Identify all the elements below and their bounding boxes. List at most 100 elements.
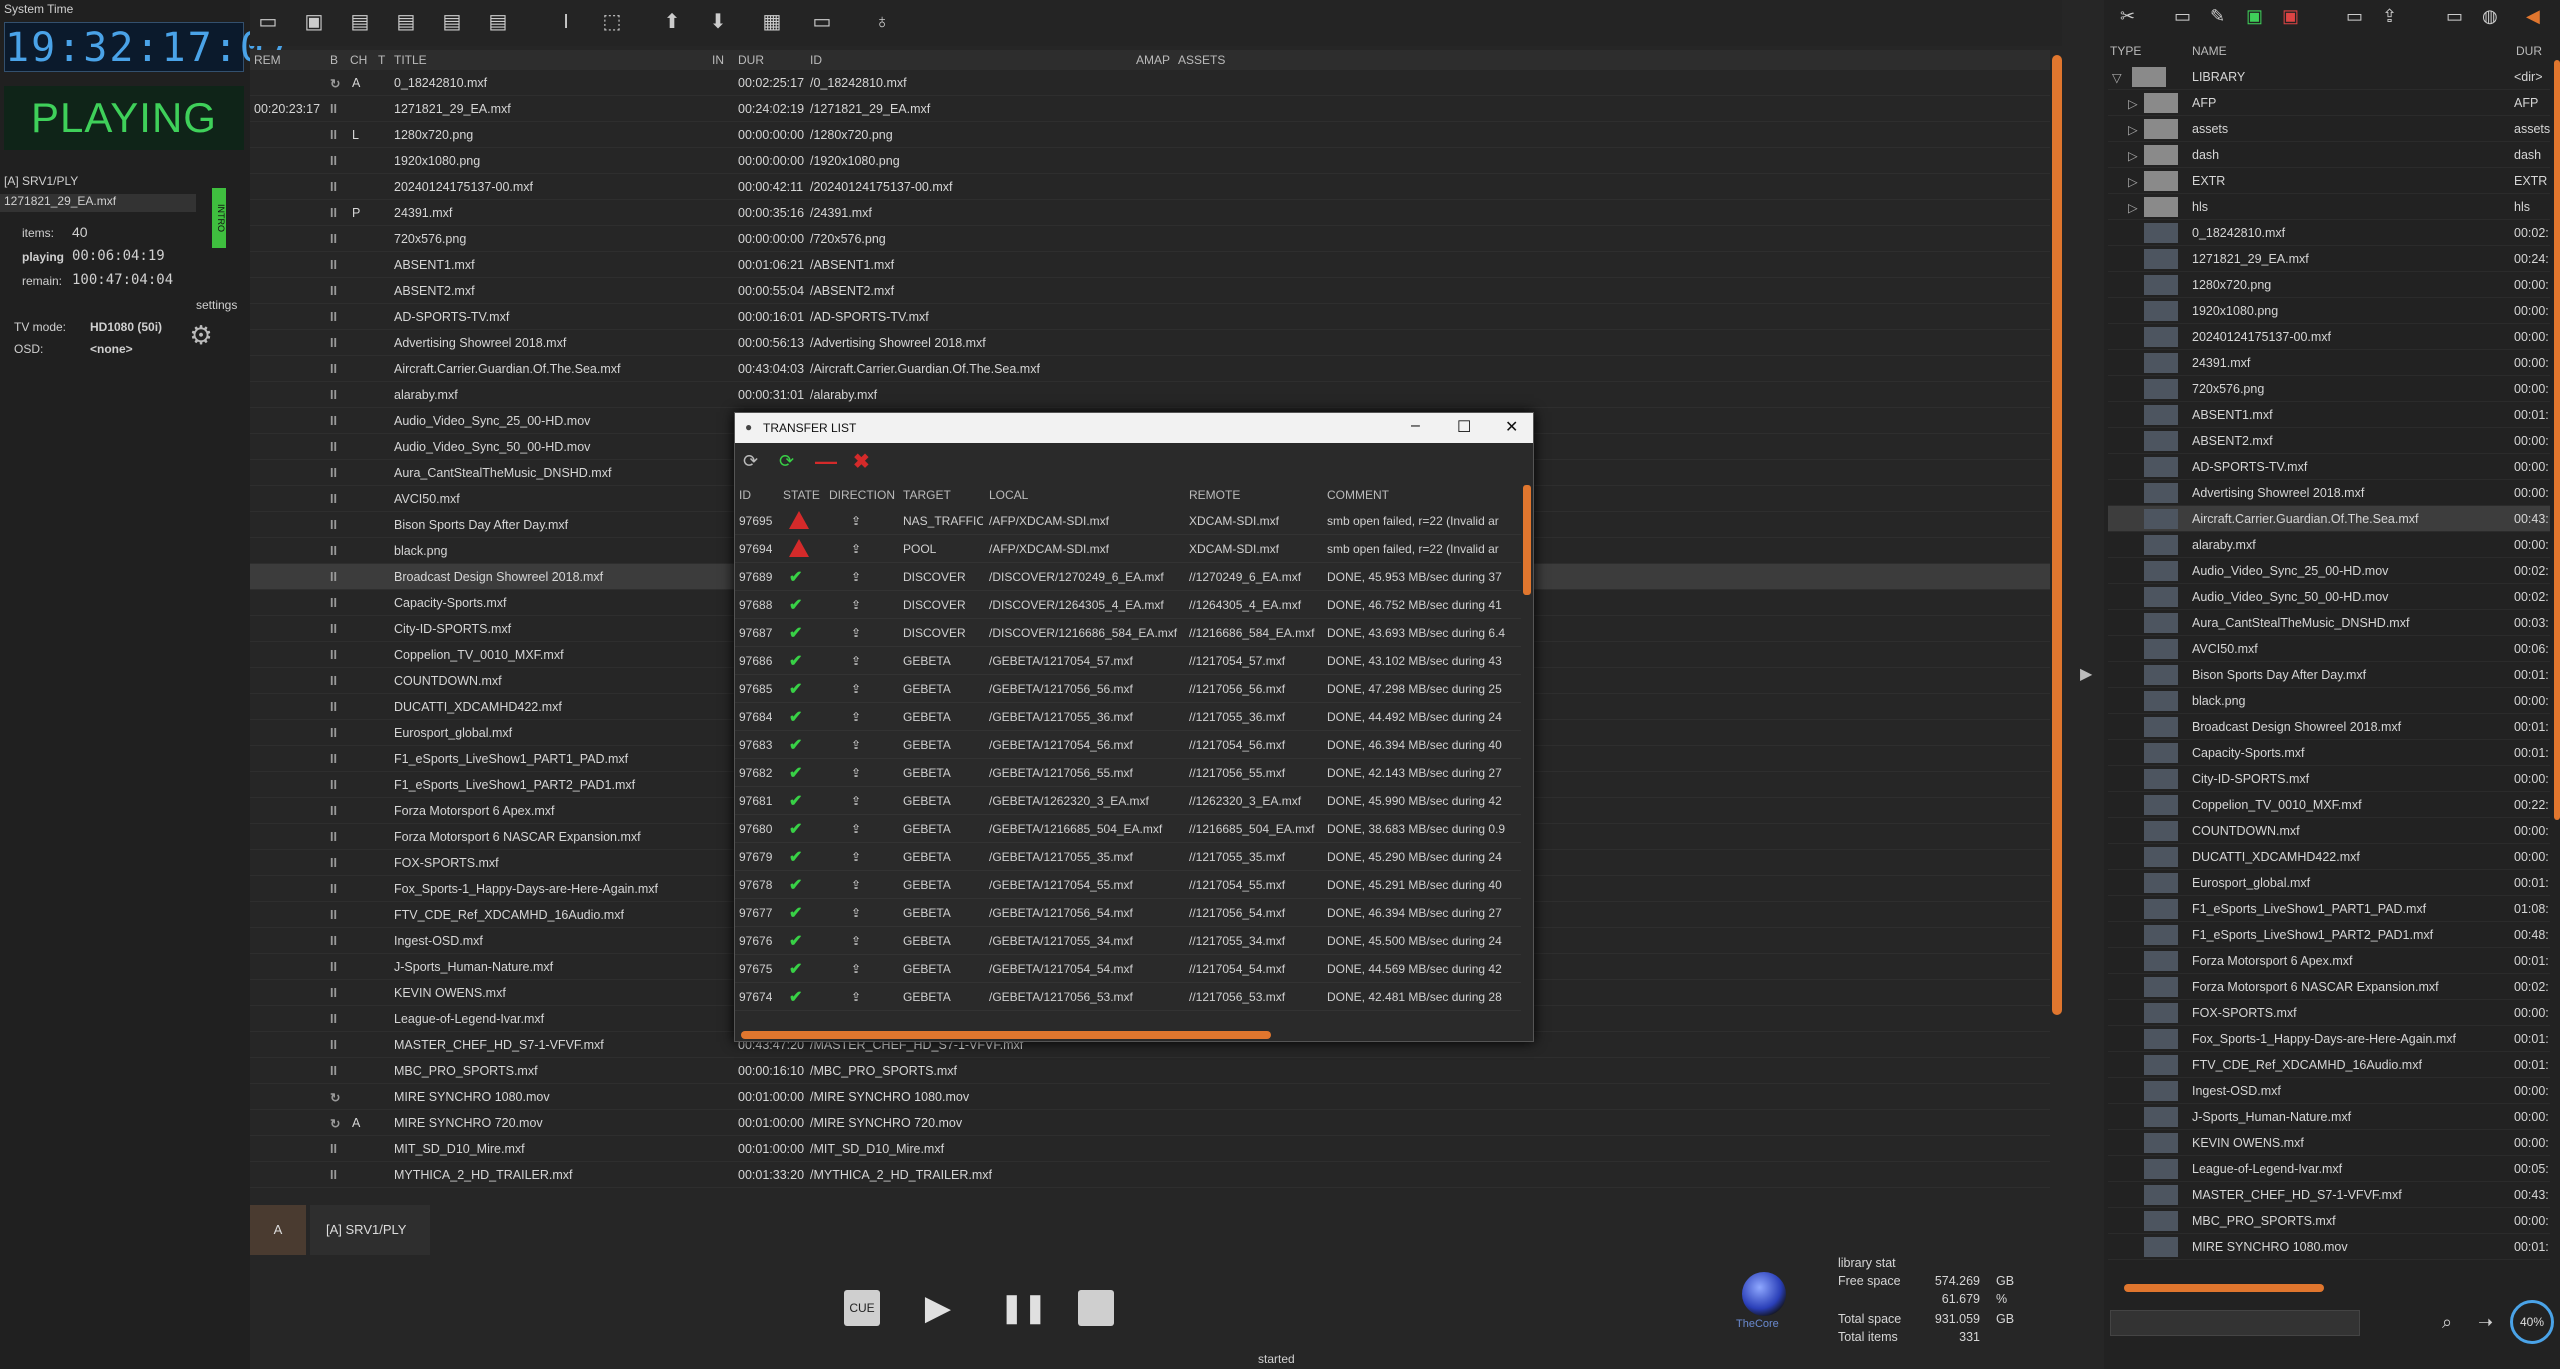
list-item[interactable]: Advertising Showreel 2018.mxf 00:00: [2108, 480, 2550, 506]
table-row[interactable]: II Aircraft.Carrier.Guardian.Of.The.Sea.m… [250, 356, 2050, 382]
crop-icon[interactable]: ⬚ [600, 10, 624, 34]
list-item[interactable]: Capacity-Sports.mxf 00:01: [2108, 740, 2550, 766]
play-button[interactable]: ▶ [920, 1290, 956, 1326]
list-item[interactable]: Eurosport_global.mxf 00:01: [2108, 870, 2550, 896]
col-id[interactable]: ID [810, 53, 822, 67]
list-item[interactable]: ABSENT2.mxf 00:00: [2108, 428, 2550, 454]
col-t[interactable]: T [378, 53, 385, 67]
list-item[interactable]: alaraby.mxf 00:00: [2108, 532, 2550, 558]
col-rem[interactable]: REM [254, 53, 281, 67]
list-item[interactable]: ▽ LIBRARY <dir> [2108, 64, 2550, 90]
transfer-row[interactable]: 97677 ✔ ⇪ GEBETA/GEBETA/1217056_54.mxf //121… [735, 899, 1521, 927]
stop-button[interactable] [1078, 1290, 1114, 1326]
list-item[interactable]: Bison Sports Day After Day.mxf 00:01: [2108, 662, 2550, 688]
col-amap[interactable]: AMAP [1136, 53, 1170, 67]
image-icon[interactable]: ▭ [2446, 6, 2463, 27]
film-remove-icon[interactable]: ▤ [440, 10, 464, 34]
table-row[interactable]: II alaraby.mxf 00:00:31:01/alaraby.mxf [250, 382, 2050, 408]
film-icon[interactable]: ▤ [348, 10, 372, 34]
table-row[interactable]: ↻ MIRE SYNCHRO 1080.mov 00:01:00:00/MIRE S… [250, 1084, 2050, 1110]
maximize-button[interactable]: ☐ [1457, 417, 1471, 437]
transfer-row[interactable]: 97688 ✔ ⇪ DISCOVER/DISCOVER/1264305_4_EA.mx… [735, 591, 1521, 619]
refresh-icon[interactable]: ⟳ [743, 451, 758, 472]
list-item[interactable]: DUCATTI_XDCAMHD422.mxf 00:00: [2108, 844, 2550, 870]
table-row[interactable]: II P 24391.mxf 00:00:35:16/24391.mxf [250, 200, 2050, 226]
table-row[interactable]: 00:20:23:17 II 1271821_29_EA.mxf 00:24:02:1… [250, 96, 2050, 122]
speaker-icon[interactable]: ◀ [2526, 6, 2540, 27]
col-in[interactable]: IN [712, 53, 724, 67]
list-item[interactable]: Forza Motorsport 6 NASCAR Expansion.mxf 0… [2108, 974, 2550, 1000]
transfer-row[interactable]: 97675 ✔ ⇪ GEBETA/GEBETA/1217054_54.mxf //121… [735, 955, 1521, 983]
table-row[interactable]: ↻ A MIRE SYNCHRO 720.mov 00:01:00:00/MIRE S… [250, 1110, 2050, 1136]
globe-icon[interactable]: ◍ [2482, 6, 2498, 27]
list-item[interactable]: Audio_Video_Sync_25_00-HD.mov 00:02: [2108, 558, 2550, 584]
list-item[interactable]: FTV_CDE_Ref_XDCAMHD_16Audio.mxf 00:01: [2108, 1052, 2550, 1078]
list-item[interactable]: MIRE SYNCHRO 1080.mov 00:01: [2108, 1234, 2550, 1260]
transfer-row[interactable]: 97685 ✔ ⇪ GEBETA/GEBETA/1217056_56.mxf //121… [735, 675, 1521, 703]
transfer-hscroll[interactable] [741, 1031, 1271, 1039]
transfer-row[interactable]: 97679 ✔ ⇪ GEBETA/GEBETA/1217055_35.mxf //121… [735, 843, 1521, 871]
list-item[interactable]: 720x576.png 00:00: [2108, 376, 2550, 402]
table-row[interactable]: ↻ A 0_18242810.mxf 00:02:25:17/0_18242810.m… [250, 70, 2050, 96]
save-icon[interactable]: ▣ [302, 10, 326, 34]
transfer-row[interactable]: 97681 ✔ ⇪ GEBETA/GEBETA/1262320_3_EA.mxf //1… [735, 787, 1521, 815]
col-assets[interactable]: ASSETS [1178, 53, 1225, 67]
list-item[interactable]: League-of-Legend-Ivar.mxf 00:05: [2108, 1156, 2550, 1182]
close-button[interactable]: ✕ [1505, 417, 1518, 437]
expand-arrow-icon[interactable]: ▷ [2128, 174, 2138, 189]
arrow-right-icon[interactable]: ➝ [2478, 1312, 2493, 1333]
open-folder-icon[interactable]: ▭ [256, 10, 280, 34]
library-scrollbar[interactable] [2554, 60, 2560, 820]
expand-arrow-icon[interactable]: ▷ [2128, 200, 2138, 215]
list-item[interactable]: F1_eSports_LiveShow1_PART1_PAD.mxf 01:08: [2108, 896, 2550, 922]
list-item[interactable]: AD-SPORTS-TV.mxf 00:00: [2108, 454, 2550, 480]
cursor-icon[interactable]: I [554, 10, 578, 34]
list-item[interactable]: J-Sports_Human-Nature.mxf 00:00: [2108, 1104, 2550, 1130]
transfer-row[interactable]: 97695 ⇪ NAS_TRAFFIC/AFP/XDCAM-SDI.mxf XDCAM… [735, 507, 1521, 535]
folder-icon[interactable]: ▭ [2174, 6, 2191, 27]
document-icon[interactable]: ▦ [760, 10, 784, 34]
list-item[interactable]: MASTER_CHEF_HD_S7-1-VFVF.mxf 00:43: [2108, 1182, 2550, 1208]
list-item[interactable]: ▷ assets assets [2108, 116, 2550, 142]
remove-icon[interactable]: — [815, 449, 837, 475]
cancel-icon[interactable]: ✖ [853, 449, 870, 474]
transfer-row[interactable]: 97678 ✔ ⇪ GEBETA/GEBETA/1217054_55.mxf //121… [735, 871, 1521, 899]
list-item[interactable]: Aura_CantStealTheMusic_DNSHD.mxf 00:03: [2108, 610, 2550, 636]
list-item[interactable]: ABSENT1.mxf 00:01: [2108, 402, 2550, 428]
table-row[interactable]: II ABSENT1.mxf 00:01:06:21/ABSENT1.mxf [250, 252, 2050, 278]
expand-arrow-icon[interactable]: ▷ [2128, 96, 2138, 111]
list-item[interactable]: Audio_Video_Sync_50_00-HD.mov 00:02: [2108, 584, 2550, 610]
camera-icon[interactable]: ▭ [810, 10, 834, 34]
transfer-row[interactable]: 97689 ✔ ⇪ DISCOVER/DISCOVER/1270249_6_EA.mx… [735, 563, 1521, 591]
table-row[interactable]: II MIT_SD_D10_Mire.mxf 00:01:00:00/MIT_SD_… [250, 1136, 2050, 1162]
transfer-vscroll[interactable] [1523, 485, 1531, 595]
transfer-row[interactable]: 97674 ✔ ⇪ GEBETA/GEBETA/1217056_53.mxf //121… [735, 983, 1521, 1011]
transfer-row[interactable]: 97686 ✔ ⇪ GEBETA/GEBETA/1217054_57.mxf //121… [735, 647, 1521, 675]
search-icon[interactable]: ⌕ [2442, 1312, 2452, 1333]
list-item[interactable]: ▷ dash dash [2108, 142, 2550, 168]
table-row[interactable]: II AD-SPORTS-TV.mxf 00:00:16:01/AD-SPORTS-… [250, 304, 2050, 330]
expand-arrow-icon[interactable]: ▷ [2128, 122, 2138, 137]
list-item[interactable]: 1280x720.png 00:00: [2108, 272, 2550, 298]
delete-icon[interactable]: ▣ [2282, 6, 2299, 27]
transfer-row[interactable]: 97687 ✔ ⇪ DISCOVER/DISCOVER/1216686_584_EA.… [735, 619, 1521, 647]
list-item[interactable]: ▷ AFP AFP [2108, 90, 2550, 116]
table-row[interactable]: II 720x576.png 00:00:00:00/720x576.png [250, 226, 2050, 252]
list-item[interactable]: COUNTDOWN.mxf 00:00: [2108, 818, 2550, 844]
table-row[interactable]: II 20240124175137-00.mxf 00:00:42:11/20240… [250, 174, 2050, 200]
list-item[interactable]: Coppelion_TV_0010_MXF.mxf 00:22: [2108, 792, 2550, 818]
bulb-icon[interactable]: ♁ [870, 10, 894, 34]
col-direction[interactable]: DIRECTION [829, 488, 895, 502]
edit-icon[interactable]: ✎ [2210, 6, 2225, 27]
list-item[interactable]: Fox_Sports-1_Happy-Days-are-Here-Again.m… [2108, 1026, 2550, 1052]
expand-arrow-icon[interactable]: ▷ [2128, 148, 2138, 163]
upload-icon[interactable]: ⇪ [2382, 6, 2397, 27]
list-item[interactable]: 0_18242810.mxf 00:02: [2108, 220, 2550, 246]
transfer-row[interactable]: 97694 ⇪ POOL/AFP/XDCAM-SDI.mxf XDCAM-SDI.mx… [735, 535, 1521, 563]
table-row[interactable]: II ABSENT2.mxf 00:00:55:04/ABSENT2.mxf [250, 278, 2050, 304]
table-row[interactable]: II MYTHICA_2_HD_TRAILER.mxf 00:01:33:20/MY… [250, 1162, 2050, 1188]
list-item[interactable]: black.png 00:00: [2108, 688, 2550, 714]
retry-icon[interactable]: ⟳ [779, 451, 794, 472]
arrow-up-icon[interactable]: ⬆ [660, 10, 684, 34]
arrow-down-icon[interactable]: ⬇ [706, 10, 730, 34]
